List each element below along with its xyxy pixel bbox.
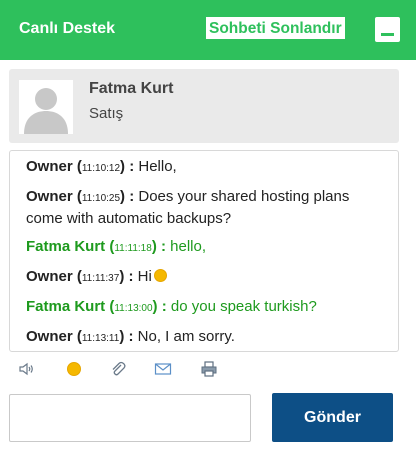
message-sender: Fatma Kurt (26, 298, 106, 315)
message-timestamp: 11:11:37 (81, 273, 120, 284)
minimize-icon[interactable] (375, 17, 400, 42)
print-icon[interactable] (200, 360, 218, 378)
chat-message: Owner (11:10:25) : Does your shared host… (26, 188, 350, 227)
chat-header: Canlı Destek Sohbeti Sonlandır (0, 0, 416, 60)
chat-toolbar (18, 360, 238, 378)
user-avatar-icon (19, 80, 73, 134)
message-text: do you speak turkish? (170, 298, 317, 315)
chat-message: Owner (11:10:12) : Hello, (26, 158, 177, 175)
smiley-icon (153, 269, 167, 282)
sound-icon[interactable] (18, 360, 36, 378)
attachment-icon[interactable] (109, 360, 127, 378)
message-sender: Owner (26, 188, 73, 205)
message-list[interactable]: Owner (11:10:12) : Hello, Owner (11:10:25… (9, 150, 399, 352)
message-timestamp: 11:10:25 (81, 193, 121, 204)
message-timestamp: 11:13:00 (114, 303, 153, 314)
message-timestamp: 11:13:11 (81, 333, 120, 344)
chat-message: Owner (11:11:37) : Hi (26, 267, 388, 289)
message-timestamp: 11:10:12 (81, 163, 121, 174)
message-timestamp: 11:11:18 (114, 243, 152, 254)
emoji-icon[interactable] (65, 360, 83, 378)
message-text: Hello, (138, 158, 177, 175)
message-sender: Owner (26, 268, 73, 285)
chat-message: Fatma Kurt (11:13:00) : do you speak tur… (26, 298, 317, 315)
chat-message: Owner (11:13:11) : No, I am sorry. (26, 328, 235, 345)
end-chat-button[interactable]: Sohbeti Sonlandır (205, 16, 346, 40)
chat-message: Fatma Kurt (11:11:18) : hello, (26, 238, 206, 255)
message-sender: Owner (26, 328, 73, 345)
message-sender: Owner (26, 158, 73, 175)
header-title: Canlı Destek (19, 20, 116, 37)
message-input[interactable] (9, 394, 251, 442)
agent-name: Fatma Kurt (89, 80, 174, 97)
send-button[interactable]: Gönder (272, 393, 393, 442)
message-text: No, I am sorry. (137, 328, 235, 345)
message-text: Hi (137, 268, 152, 285)
message-sender: Fatma Kurt (26, 238, 106, 255)
agent-department: Satış (89, 105, 124, 122)
agent-card: Fatma Kurt Satış (9, 69, 399, 143)
message-text: hello, (170, 238, 206, 255)
email-icon[interactable] (154, 360, 172, 378)
